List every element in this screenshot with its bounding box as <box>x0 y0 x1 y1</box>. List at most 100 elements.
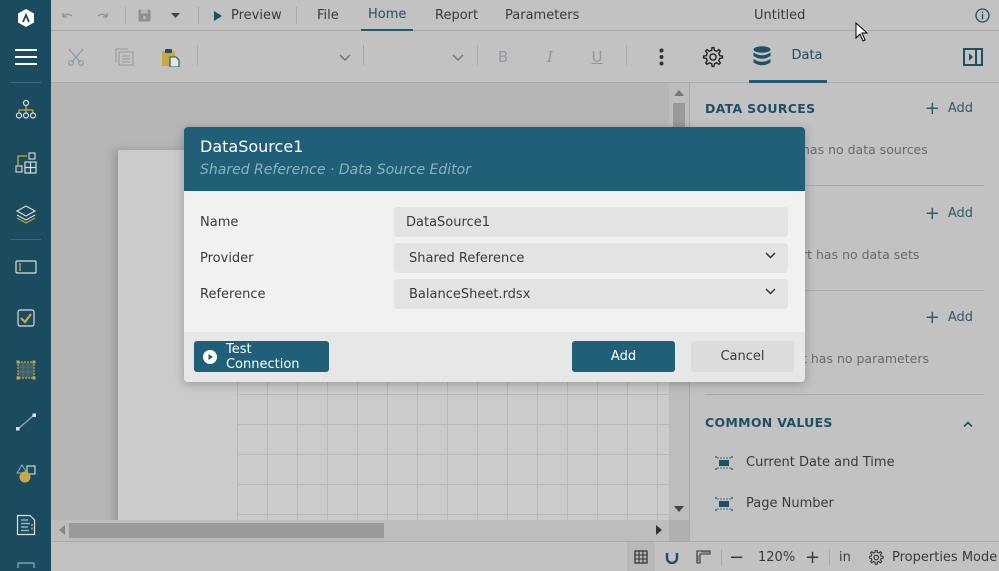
snap-toggle-button[interactable] <box>665 542 679 571</box>
save-dropdown-button[interactable] <box>171 0 183 31</box>
sidebar-item-more[interactable] <box>0 557 51 571</box>
play-circle-icon <box>203 349 217 364</box>
font-size-select[interactable] <box>376 31 464 83</box>
italic-button[interactable]: I <box>541 31 559 83</box>
sidebar-item-textbox[interactable] <box>0 247 51 287</box>
cancel-button[interactable]: Cancel <box>691 341 794 372</box>
copy-icon <box>114 48 134 66</box>
tab-file-label: File <box>317 8 339 23</box>
add-data-source-button[interactable]: + Add <box>924 97 973 119</box>
collapse-common-values-button[interactable] <box>963 416 973 431</box>
database-icon <box>753 45 771 65</box>
divider <box>198 7 199 24</box>
chevron-up-icon <box>963 421 973 428</box>
properties-mode-label: Properties Mode <box>892 549 998 565</box>
scroll-corner <box>669 520 689 541</box>
provider-label: Provider <box>200 251 254 266</box>
zoom-out-button[interactable]: − <box>729 542 744 571</box>
copy-button[interactable] <box>113 31 135 83</box>
sidebar-item-report-explorer[interactable] <box>0 90 51 130</box>
add-button-label: Add <box>610 349 637 364</box>
font-family-select[interactable] <box>211 31 351 83</box>
paste-button[interactable] <box>159 31 181 83</box>
layers-icon <box>15 205 36 224</box>
preview-button[interactable]: Preview <box>214 0 282 31</box>
tab-file[interactable]: File <box>317 0 339 31</box>
zoom-in-button[interactable]: + <box>805 542 820 571</box>
formatted-text-icon <box>16 514 35 536</box>
grid-icon <box>634 550 648 564</box>
sidebar-divider <box>10 239 41 240</box>
undo-button[interactable] <box>60 0 78 31</box>
redo-button[interactable] <box>96 0 114 31</box>
undo-icon <box>62 12 73 18</box>
chevron-down-icon <box>765 288 776 295</box>
scroll-up-icon[interactable] <box>674 90 684 96</box>
chevron-down-icon <box>452 53 464 61</box>
properties-mode-button[interactable]: Properties Mode <box>869 542 997 571</box>
divider <box>829 549 830 565</box>
reference-label: Reference <box>200 287 266 302</box>
info-button[interactable] <box>975 0 990 31</box>
sidebar-item-container[interactable] <box>0 350 51 390</box>
add-data-set-button[interactable]: + Add <box>924 202 973 224</box>
properties-tab[interactable] <box>702 31 724 83</box>
section-divider <box>705 394 984 395</box>
divider <box>477 45 478 65</box>
sidebar-item-formatted-text[interactable] <box>0 505 51 545</box>
plus-icon: + <box>924 97 940 119</box>
play-icon <box>214 10 222 21</box>
name-label: Name <box>200 215 239 230</box>
ruler-toggle-button[interactable] <box>696 542 711 571</box>
plus-icon: + <box>924 202 940 224</box>
common-value-item[interactable]: Current Date and Time <box>714 455 895 470</box>
add-parameter-button[interactable]: + Add <box>925 308 973 326</box>
document-title: Untitled <box>754 0 805 31</box>
reference-select[interactable]: BalanceSheet.rdsx <box>394 279 788 309</box>
underline-icon: U <box>591 48 603 66</box>
scroll-left-icon[interactable] <box>59 525 65 535</box>
menu-button[interactable] <box>0 37 51 77</box>
save-button[interactable] <box>138 0 154 31</box>
left-sidebar <box>0 0 51 571</box>
test-connection-button[interactable]: Test Connection <box>194 341 329 372</box>
name-input[interactable]: DataSource1 <box>394 207 788 237</box>
scroll-down-icon[interactable] <box>674 506 684 512</box>
tab-home[interactable]: Home <box>361 0 414 31</box>
sidebar-item-shape[interactable] <box>0 453 51 493</box>
common-values-heading: COMMON VALUES <box>705 415 833 430</box>
bold-button[interactable]: B <box>494 31 512 83</box>
tab-report[interactable]: Report <box>435 0 478 31</box>
toggle-panel-button[interactable] <box>962 31 984 83</box>
units-selector[interactable]: in <box>839 542 851 571</box>
add-label: Add <box>947 310 973 325</box>
app-logo <box>0 0 51 36</box>
provider-select[interactable]: Shared Reference <box>394 243 788 273</box>
dialog-subtitle: Shared Reference · Data Source Editor <box>200 162 471 178</box>
dialog-title: DataSource1 <box>200 137 304 156</box>
cut-button[interactable] <box>65 31 87 83</box>
more-vertical-icon <box>659 48 663 66</box>
horizontal-scrollbar[interactable] <box>51 520 669 541</box>
scroll-right-icon[interactable] <box>656 525 662 535</box>
save-icon <box>138 9 151 22</box>
sidebar-item-group-editor[interactable] <box>0 143 51 183</box>
sidebar-item-layers[interactable] <box>0 194 51 234</box>
zoom-level: 120% <box>758 542 795 571</box>
horizontal-scroll-thumb[interactable] <box>69 523 384 538</box>
data-tab-label: Data <box>791 48 823 63</box>
underline-button[interactable]: U <box>588 31 606 83</box>
sidebar-item-checkbox[interactable] <box>0 298 51 338</box>
data-tab[interactable]: Data <box>749 31 827 83</box>
units-value: in <box>839 549 851 565</box>
divider <box>626 45 627 65</box>
grid-toggle-button[interactable] <box>627 542 655 571</box>
magnet-icon <box>665 551 679 564</box>
add-button[interactable]: Add <box>572 341 675 372</box>
more-options-button[interactable] <box>654 31 668 83</box>
sidebar-item-line[interactable] <box>0 402 51 442</box>
tab-parameters[interactable]: Parameters <box>505 0 579 31</box>
zoom-value: 120% <box>758 549 796 565</box>
common-value-item[interactable]: Page Number <box>714 496 834 511</box>
caret-down-icon <box>171 13 180 18</box>
